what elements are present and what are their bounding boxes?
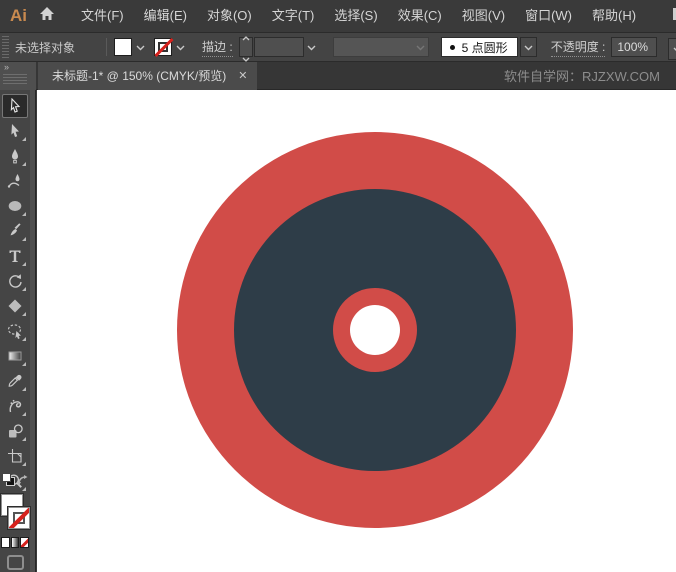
expand-panel-icon[interactable]: »	[4, 62, 9, 72]
ellipse-tool[interactable]	[2, 194, 28, 218]
none-mode-button[interactable]	[20, 537, 29, 548]
width-profile-dropdown	[333, 37, 429, 57]
workspace-switcher-button[interactable]	[666, 7, 676, 26]
flyout-indicator	[22, 462, 26, 466]
flyout-indicator	[22, 212, 26, 216]
flyout-indicator	[22, 337, 26, 341]
illustrator-logo[interactable]: Ai	[10, 6, 27, 26]
selection-tool[interactable]	[2, 94, 28, 118]
type-tool[interactable]	[2, 244, 28, 268]
fill-color-swatch[interactable]	[114, 38, 132, 56]
chevron-down-icon	[307, 38, 316, 56]
gradient-mode-button[interactable]	[11, 537, 20, 548]
document-tab-title: 未标题-1* @ 150% (CMYK/预览)	[52, 67, 226, 84]
chevron-down-icon	[416, 38, 425, 56]
flyout-indicator	[22, 312, 26, 316]
flyout-indicator	[22, 237, 26, 241]
chevron-down-icon	[673, 40, 676, 58]
opacity-dropdown-button[interactable]	[668, 38, 676, 60]
fill-color-dropdown-button[interactable]	[133, 37, 148, 57]
flyout-indicator	[22, 262, 26, 266]
menu-item-1[interactable]: 编辑(E)	[134, 0, 197, 32]
watermark-text: 软件自学网：RJZXW.COM	[504, 66, 676, 85]
flyout-indicator	[22, 162, 26, 166]
flyout-indicator	[22, 412, 26, 416]
shape-builder-tool[interactable]	[2, 319, 28, 343]
opacity-panel-link[interactable]: 不透明度 :	[551, 38, 606, 57]
menu-item-6[interactable]: 视图(V)	[452, 0, 515, 32]
color-mode-button[interactable]	[1, 537, 10, 548]
flyout-indicator	[22, 287, 26, 291]
symbol-sprayer-tool[interactable]	[2, 394, 28, 418]
stroke-panel-link[interactable]: 描边 :	[202, 38, 233, 57]
home-icon	[39, 6, 55, 26]
chevron-down-icon	[176, 38, 185, 56]
rotate-tool[interactable]	[2, 269, 28, 293]
chevron-down-icon	[524, 38, 533, 56]
artwork	[37, 90, 676, 572]
eyedropper-tool[interactable]	[2, 369, 28, 393]
menu-item-8[interactable]: 帮助(H)	[582, 0, 646, 32]
stroke-weight-stepper[interactable]	[239, 37, 253, 57]
stroke-color-dropdown-button[interactable]	[173, 37, 188, 57]
gradient-tool[interactable]	[2, 344, 28, 368]
brush-preset-value: 5 点圆形	[462, 39, 508, 56]
workspace-layout-icon	[672, 7, 676, 26]
curvature-tool[interactable]	[2, 169, 28, 193]
tab-row: » 未标题-1* @ 150% (CMYK/预览) ✕ 软件自学网：RJZXW.…	[0, 62, 676, 90]
document-tab[interactable]: 未标题-1* @ 150% (CMYK/预览) ✕	[38, 62, 257, 90]
direct-selection-tool[interactable]	[2, 119, 28, 143]
drawing-mode-button[interactable]	[7, 555, 24, 570]
tools-column	[0, 90, 30, 572]
menu-item-5[interactable]: 效果(C)	[388, 0, 452, 32]
menu-item-7[interactable]: 窗口(W)	[515, 0, 582, 32]
flyout-indicator	[22, 137, 26, 141]
panel-grip-handle[interactable]	[2, 36, 9, 58]
tools-stack	[0, 90, 30, 494]
menu-item-3[interactable]: 文字(T)	[262, 0, 325, 32]
opacity-input[interactable]: 100%	[611, 37, 657, 57]
swap-fill-stroke-icon[interactable]	[16, 473, 28, 491]
menu-item-2[interactable]: 对象(O)	[197, 0, 262, 32]
stroke-swatch[interactable]	[8, 507, 30, 529]
selection-status-label: 未选择对象	[15, 39, 99, 56]
menu-item-4[interactable]: 选择(S)	[324, 0, 387, 32]
brush-bullet-icon	[450, 45, 455, 50]
chevron-down-icon	[136, 38, 145, 56]
default-fill-stroke-icon[interactable]	[2, 473, 15, 491]
home-button[interactable]	[39, 3, 55, 29]
menu-bar: Ai 文件(F)编辑(E)对象(O)文字(T)选择(S)效果(C)视图(V)窗口…	[0, 0, 676, 32]
artwork-circle-3[interactable]	[350, 305, 400, 355]
eraser-tool[interactable]	[2, 294, 28, 318]
panel-grip-handle[interactable]	[3, 74, 27, 85]
stroke-color-swatch[interactable]	[154, 38, 172, 56]
brush-preset-dropdown-button[interactable]	[520, 37, 537, 57]
paintbrush-tool[interactable]	[2, 219, 28, 243]
stroke-weight-input[interactable]	[254, 37, 304, 57]
flyout-indicator	[22, 362, 26, 366]
blend-tool[interactable]	[2, 419, 28, 443]
close-icon[interactable]: ✕	[238, 69, 247, 82]
artboard-tool[interactable]	[2, 444, 28, 468]
divider	[106, 38, 107, 56]
artboard-canvas[interactable]	[37, 90, 676, 572]
stroke-weight-dropdown-button[interactable]	[304, 37, 319, 57]
main-menu: 文件(F)编辑(E)对象(O)文字(T)选择(S)效果(C)视图(V)窗口(W)…	[71, 0, 646, 32]
flyout-indicator	[22, 437, 26, 441]
chevron-up-icon	[242, 28, 250, 46]
tools-panel-header: »	[0, 62, 36, 90]
menu-item-0[interactable]: 文件(F)	[71, 0, 134, 32]
tools-panel	[0, 90, 36, 572]
control-bar: 未选择对象 描边 :	[0, 32, 676, 62]
toolbar-bottom-controls	[0, 473, 30, 570]
flyout-indicator	[22, 387, 26, 391]
brush-preset-dropdown[interactable]: 5 点圆形	[441, 37, 518, 57]
pen-tool[interactable]	[2, 144, 28, 168]
document-tab-bar: 未标题-1* @ 150% (CMYK/预览) ✕ 软件自学网：RJZXW.CO…	[36, 62, 676, 90]
